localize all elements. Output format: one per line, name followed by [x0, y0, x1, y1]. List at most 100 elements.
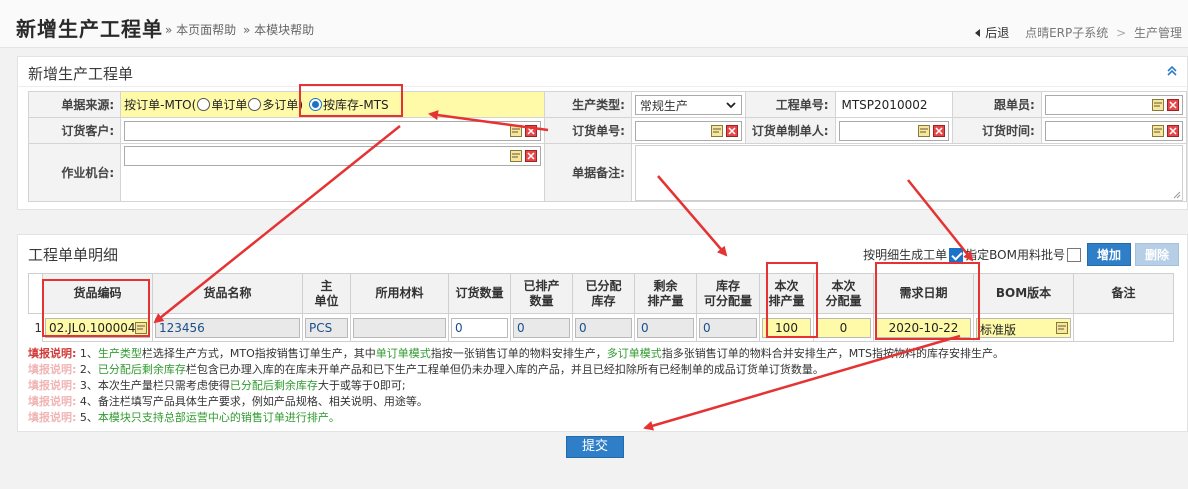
machine-input[interactable] [124, 146, 541, 166]
order-no-label: 工程单号: [745, 91, 836, 118]
cell-demand-date: 2020-10-22 [873, 313, 974, 342]
col-bom-version: BOM版本 [973, 273, 1074, 314]
picker-icon[interactable] [509, 150, 522, 162]
crumb-erp[interactable]: 点晴ERP子系统 [1025, 26, 1108, 40]
note-highlight: 本模块只支持总部运营中心的销售订单进行排产。 [97, 411, 340, 424]
purchase-maker-input[interactable] [838, 120, 949, 141]
detail-table: 货品编码 货品名称 主 单位 所用材料 订货数量 已排产 数量 已分配 库存 剩… [28, 273, 1174, 342]
stock-mts-radio[interactable] [309, 98, 323, 111]
purchase-time-input[interactable] [1044, 120, 1183, 141]
clear-icon[interactable] [1167, 98, 1179, 111]
source-label: 单据来源: [27, 91, 122, 118]
stock-available-value: 0 [699, 317, 757, 338]
help-module-link[interactable]: » 本模块帮助 [243, 21, 314, 38]
remark-label: 单据备注: [543, 143, 632, 202]
help-page-link[interactable]: » 本页面帮助 [165, 21, 236, 38]
this-schedule-input[interactable]: 100 [762, 317, 811, 338]
name-value: 123456 [155, 317, 300, 338]
note-highlight: 已分配后剩余库存 [97, 363, 186, 376]
prod-type-value: 常规生产 [639, 98, 688, 113]
note-text: 栏选择生产方式，MTO指按销售订单生产，其中 [141, 347, 376, 360]
bom-batch-checkbox[interactable] [1066, 247, 1081, 262]
customer-input[interactable] [124, 120, 541, 141]
follower-input[interactable] [1044, 94, 1183, 115]
customer-label: 订货客户: [27, 117, 122, 144]
unit-value: PCS [305, 317, 348, 338]
demand-date-input[interactable]: 2020-10-22 [876, 317, 971, 338]
by-detail-checkbox[interactable] [949, 247, 964, 262]
back-arrow-icon [975, 29, 981, 37]
multi-order-radio[interactable] [248, 98, 262, 111]
remark-textarea[interactable] [634, 144, 1183, 201]
crumb-production[interactable]: 生产管理 [1134, 26, 1182, 40]
note-line-5: 填报说明: 5、本模块只支持总部运营中心的销售订单进行排产。 [28, 410, 1004, 426]
col-note: 备注 [1073, 273, 1174, 314]
cell-stock-available: 0 [696, 313, 760, 342]
order-form-table: 单据来源: 按订单-MTO( 单订单 多订单) 按库存-MTS 生产类型: 常规… [27, 91, 1188, 202]
picker-icon[interactable] [1152, 98, 1164, 111]
machine-cell [120, 143, 545, 202]
note-label: 填报说明: [28, 395, 77, 408]
bom-version-input[interactable]: 标准版 [976, 317, 1071, 338]
delete-button[interactable]: 删除 [1134, 243, 1179, 266]
purchase-no-input[interactable] [634, 120, 743, 141]
col-material: 所用材料 [350, 273, 449, 314]
note-label: 填报说明: [28, 363, 77, 376]
allocated-stock-value: 0 [575, 317, 632, 338]
clear-icon[interactable] [1167, 124, 1179, 137]
col-remaining-qty: 剩余 排产量 [634, 273, 697, 314]
picker-icon[interactable] [1056, 321, 1068, 334]
purchase-maker-label: 订货单制单人: [745, 117, 836, 144]
col-stock-available: 库存 可分配量 [696, 273, 760, 314]
source-mto-text: 按订单-MTO( [124, 98, 197, 112]
note-text: 3、本次生产量栏只需考虑使得 [79, 379, 230, 392]
remaining-qty-value: 0 [637, 317, 694, 338]
this-allocate-input[interactable]: 0 [816, 317, 871, 338]
crumb-separator: > [1116, 26, 1127, 40]
back-button[interactable]: 后退 [975, 26, 1013, 40]
by-detail-label: 按明细生成工单 [863, 248, 948, 262]
col-name: 货品名称 [152, 273, 303, 314]
note-text: 指按一张销售订单的物料安排生产， [430, 347, 607, 360]
cell-this-allocate: 0 [813, 313, 874, 342]
multi-order-label: 多订单) [262, 98, 304, 112]
col-demand-date: 需求日期 [873, 273, 974, 314]
single-order-radio[interactable] [197, 98, 211, 111]
detail-panel-title: 工程单单明细 [28, 246, 119, 264]
add-button[interactable]: 增加 [1086, 243, 1131, 266]
purchase-no-cell [630, 117, 747, 144]
resize-handle-icon[interactable] [1173, 191, 1181, 199]
prod-type-select[interactable]: 常规生产 [634, 94, 743, 115]
follower-cell [1040, 91, 1188, 118]
picker-icon[interactable] [135, 321, 147, 334]
picker-icon[interactable] [917, 124, 930, 137]
cell-scheduled-qty: 0 [510, 313, 573, 342]
clear-icon[interactable] [726, 124, 739, 137]
purchase-time-label: 订货时间: [951, 117, 1042, 144]
clear-icon[interactable] [932, 124, 945, 137]
cell-allocated-stock: 0 [572, 313, 635, 342]
picker-icon[interactable] [711, 124, 724, 137]
detail-header-row: 货品编码 货品名称 主 单位 所用材料 订货数量 已排产 数量 已分配 库存 剩… [28, 273, 1174, 314]
back-label: 后退 [985, 26, 1010, 40]
note-line-4: 填报说明: 4、备注栏填写产品具体生产要求，例如产品规格、相关说明、用途等。 [28, 394, 1004, 410]
picker-icon[interactable] [509, 124, 522, 137]
note-highlight: 生产类型 [97, 347, 142, 360]
clear-icon[interactable] [524, 124, 537, 137]
cell-note [1073, 313, 1174, 342]
cell-name: 123456 [152, 313, 303, 342]
note-label: 填报说明: [28, 347, 77, 360]
clear-icon[interactable] [524, 150, 537, 162]
collapse-icon[interactable] [1167, 66, 1177, 76]
note-label: 填报说明: [28, 379, 77, 392]
prod-type-cell: 常规生产 [630, 91, 747, 118]
calendar-icon[interactable] [1152, 124, 1164, 137]
purchase-no-label: 订货单号: [543, 117, 632, 144]
detail-panel: 工程单单明细 按明细生成工单 指定BOM用料批号 增加 删除 货品编码 货品名称… [17, 234, 1188, 432]
submit-button[interactable]: 提交 [566, 436, 624, 458]
fill-notes: 填报说明: 1、生产类型栏选择生产方式，MTO指按销售订单生产，其中单订单模式指… [28, 346, 1004, 426]
code-input[interactable]: 02.JL0.100004 [45, 317, 150, 338]
code-value: 02.JL0.100004 [49, 320, 136, 335]
note-input[interactable] [1076, 317, 1171, 338]
cell-order-qty: 0 [448, 313, 511, 342]
